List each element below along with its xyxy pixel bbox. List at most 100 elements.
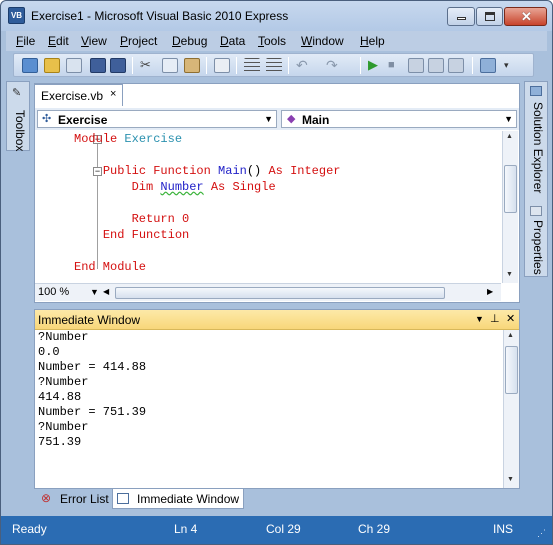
toolbox-label: Toolbox xyxy=(13,110,27,152)
code-line-end-function: End Function xyxy=(102,228,190,242)
scroll-down-icon[interactable]: ▼ xyxy=(507,476,514,483)
window-title: Exercise1 - Microsoft Visual Basic 2010 … xyxy=(31,9,289,23)
undo-icon[interactable]: ↶ xyxy=(296,58,312,73)
output-line: Number = 751.39 xyxy=(38,405,147,419)
output-line: 0.0 xyxy=(38,345,60,359)
toolbar-separator xyxy=(472,57,473,74)
menu-window[interactable]: Window xyxy=(301,34,344,48)
redo-icon[interactable]: ↷ xyxy=(326,58,342,73)
menu-help[interactable]: Help xyxy=(360,34,385,48)
step-out-icon[interactable] xyxy=(448,58,464,73)
code-line-function: Public Function Main() As Integer xyxy=(102,164,341,178)
maximize-button[interactable] xyxy=(476,7,503,26)
code-line-dim: Dim Number As Single xyxy=(131,180,276,194)
close-icon: ✕ xyxy=(521,9,532,24)
toolbar-separator xyxy=(360,57,361,74)
method-name-combo[interactable]: ◆ Main ▼ xyxy=(281,110,517,128)
output-line: 751.39 xyxy=(38,435,82,449)
document-tab-exercise-vb[interactable]: Exercise.vb × xyxy=(34,84,123,106)
status-column: Col 29 xyxy=(266,522,301,536)
solution-explorer-icon[interactable] xyxy=(480,58,496,73)
output-line: Number = 414.88 xyxy=(38,360,147,374)
status-char: Ch 29 xyxy=(358,522,391,536)
standard-toolbar: ✂ ↶ ↷ ▶ ■ ▾ xyxy=(13,53,534,77)
output-line: 414.88 xyxy=(38,390,82,404)
toolbar-options-icon[interactable]: ▾ xyxy=(504,58,520,73)
title-bar: VB Exercise1 - Microsoft Visual Basic 20… xyxy=(1,1,552,31)
uncomment-icon[interactable] xyxy=(266,58,282,73)
tab-immediate-window[interactable]: Immediate Window xyxy=(112,489,244,509)
resize-grip-icon[interactable]: ⋰ xyxy=(537,528,546,539)
menu-file[interactable]: File xyxy=(16,34,35,48)
copy-icon[interactable] xyxy=(162,58,178,73)
paste-icon[interactable] xyxy=(184,58,200,73)
vb-app-icon[interactable]: VB xyxy=(8,7,25,24)
output-line: ?Number xyxy=(38,375,89,389)
error-list-icon: ⊗ xyxy=(41,491,52,505)
properties-tab[interactable]: Properties xyxy=(531,220,545,275)
immediate-vertical-scrollbar[interactable]: ▲ ▼ xyxy=(503,330,519,488)
add-item-icon[interactable] xyxy=(66,58,82,73)
scroll-down-icon[interactable]: ▼ xyxy=(506,271,513,278)
outline-guide xyxy=(97,143,98,269)
pin-icon[interactable]: ⊥ xyxy=(490,312,500,325)
minimize-button[interactable] xyxy=(447,7,475,26)
new-project-icon[interactable] xyxy=(22,58,38,73)
scroll-thumb[interactable] xyxy=(504,165,517,213)
close-tab-icon[interactable]: × xyxy=(110,88,116,100)
find-icon[interactable] xyxy=(214,58,230,73)
window-position-icon[interactable]: ▼ xyxy=(475,314,484,324)
step-over-icon[interactable] xyxy=(428,58,444,73)
ide-window: VB Exercise1 - Microsoft Visual Basic 20… xyxy=(0,0,553,545)
output-line: ?Number xyxy=(38,330,89,344)
status-line: Ln 4 xyxy=(174,522,198,536)
horizontal-scroll-thumb[interactable] xyxy=(115,287,445,299)
save-all-icon[interactable] xyxy=(110,58,126,73)
code-line-module: Module Exercise xyxy=(74,132,183,146)
menu-edit[interactable]: Edit xyxy=(48,34,69,48)
save-icon[interactable] xyxy=(90,58,106,73)
close-button[interactable]: ✕ xyxy=(504,7,547,26)
step-into-icon[interactable] xyxy=(408,58,424,73)
right-side-tabs: Solution Explorer Properties xyxy=(524,81,548,277)
code-text-area[interactable]: − − Module Exercise Public Function Main… xyxy=(35,131,501,281)
toolbar-separator xyxy=(132,57,133,74)
editor-horizontal-bar: 100 % ▼ ◀ ▶ xyxy=(35,283,501,301)
start-debugging-icon[interactable]: ▶ xyxy=(368,58,384,73)
scroll-left-icon[interactable]: ◀ xyxy=(103,287,109,296)
tool-window-tabs: ⊗ Error List Immediate Window xyxy=(34,489,520,511)
comment-icon[interactable] xyxy=(244,58,260,73)
close-pane-icon[interactable]: ✕ xyxy=(506,312,515,325)
scroll-right-icon[interactable]: ▶ xyxy=(487,287,493,296)
solution-explorer-tab-icon xyxy=(530,86,542,96)
menu-data[interactable]: Data xyxy=(220,34,245,48)
chevron-down-icon: ▼ xyxy=(504,114,513,124)
toolbox-tab[interactable]: ✎ Toolbox xyxy=(6,81,30,151)
method-icon: ◆ xyxy=(287,113,296,125)
immediate-window-icon xyxy=(117,493,129,504)
tab-error-list[interactable]: ⊗ Error List xyxy=(38,489,112,509)
code-line-end-module: End Module xyxy=(74,260,147,274)
immediate-window-header: Immediate Window ▼ ⊥ ✕ xyxy=(35,310,519,330)
immediate-window-title: Immediate Window xyxy=(38,313,141,327)
solution-explorer-tab[interactable]: Solution Explorer xyxy=(531,102,545,193)
scroll-up-icon[interactable]: ▲ xyxy=(507,332,514,339)
toolbar-separator xyxy=(288,57,289,74)
status-insert-mode: INS xyxy=(493,522,514,536)
zoom-combo[interactable]: 100 % ▼ xyxy=(38,286,110,300)
chevron-down-icon: ▼ xyxy=(264,114,273,124)
menu-tools[interactable]: Tools xyxy=(258,34,286,48)
status-bar: Ready Ln 4 Col 29 Ch 29 INS ⋰ xyxy=(1,516,552,544)
stop-icon[interactable]: ■ xyxy=(388,58,404,73)
scroll-thumb[interactable] xyxy=(505,346,518,394)
menu-project[interactable]: Project xyxy=(120,34,157,48)
class-name-combo[interactable]: ✣ Exercise ▼ xyxy=(37,110,277,128)
editor-vertical-scrollbar[interactable]: ▲ ▼ xyxy=(502,131,518,283)
cut-icon[interactable]: ✂ xyxy=(140,58,156,73)
menu-view[interactable]: View xyxy=(81,34,107,48)
code-line-return: Return 0 xyxy=(131,212,190,226)
menu-debug[interactable]: Debug xyxy=(172,34,207,48)
scroll-up-icon[interactable]: ▲ xyxy=(506,133,513,140)
open-folder-icon[interactable] xyxy=(44,58,60,73)
maximize-icon xyxy=(485,12,495,21)
